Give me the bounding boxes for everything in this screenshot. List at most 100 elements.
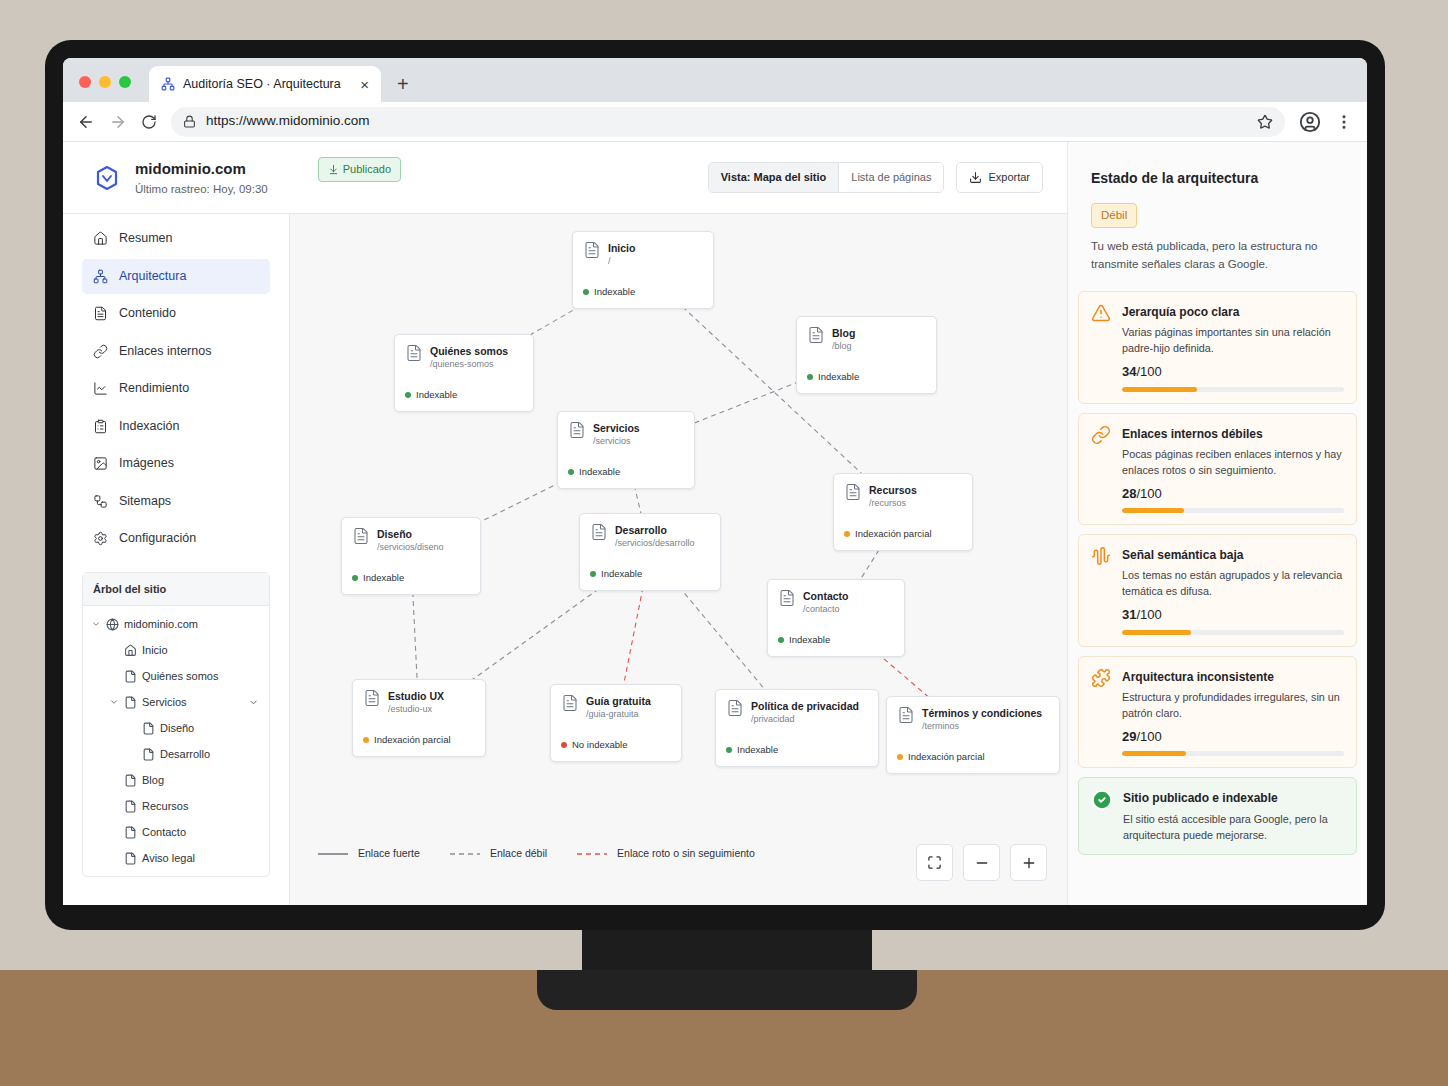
sidebar-item[interactable]: Resumen (82, 221, 270, 256)
score-fill (1122, 508, 1184, 513)
fullscreen-icon (927, 855, 942, 870)
tree-item[interactable]: Aviso legal (83, 845, 259, 871)
node-path: / (608, 255, 635, 268)
close-window-button[interactable] (79, 76, 91, 88)
sidebar-item[interactable]: Contenido (82, 296, 270, 331)
bookmark-star-icon[interactable] (1257, 114, 1273, 130)
node-path: /quienes-somos (430, 358, 508, 371)
sidebar-item[interactable]: Enlaces internos (82, 334, 270, 369)
sidebar-item[interactable]: Sitemaps (82, 484, 270, 519)
home-icon (124, 644, 137, 657)
sidebar-item[interactable]: Arquitectura (82, 259, 270, 294)
page-icon (352, 527, 370, 545)
page-node[interactable]: Quiénes somos/quienes-somosIndexable (394, 334, 534, 412)
export-button[interactable]: Exportar (956, 162, 1043, 193)
stand-base (537, 970, 917, 1010)
tree-item[interactable]: Blog (83, 767, 259, 793)
page-node[interactable]: Inicio/Indexable (572, 231, 714, 309)
zoom-in-button[interactable] (1010, 844, 1047, 881)
close-tab-button[interactable]: × (360, 77, 369, 92)
download-icon (969, 171, 982, 184)
sidebar-item[interactable]: Rendimiento (82, 371, 270, 406)
node-title: Política de privacidad (751, 699, 859, 713)
browser-tab[interactable]: Auditoría SEO · Arquitectura × (149, 66, 381, 102)
nav-icon (93, 494, 108, 509)
issue-card[interactable]: Jerarquía poco claraVarias páginas impor… (1078, 291, 1357, 404)
issue-card[interactable]: Señal semántica bajaLos temas no están a… (1078, 534, 1357, 647)
page-icon (590, 523, 608, 541)
node-status: Indexable (818, 370, 859, 384)
status-dot (363, 737, 369, 743)
nav-icon (93, 306, 108, 321)
page-node[interactable]: Guía gratuita/guia-gratuitaNo indexable (550, 684, 682, 762)
minimize-window-button[interactable] (99, 76, 111, 88)
nav-icon (93, 344, 108, 359)
menu-icon[interactable] (1335, 113, 1353, 131)
tree-item[interactable]: Quiénes somos (83, 663, 259, 689)
tree-item[interactable]: Contacto (83, 819, 259, 845)
tree-item[interactable]: Diseño (83, 715, 259, 741)
page-node[interactable]: Recursos/recursosIndexación parcial (833, 473, 973, 551)
sidebar-item[interactable]: Imágenes (82, 446, 270, 481)
expand-chevron-icon[interactable] (91, 619, 101, 629)
tree-item[interactable]: Desarrollo (83, 741, 259, 767)
node-status: Indexable (416, 388, 457, 402)
score: 34/100 (1122, 362, 1344, 382)
url-field[interactable]: https://www.midominio.com (171, 107, 1285, 137)
status-dot (352, 575, 358, 581)
page-node[interactable]: Blog/blogIndexable (796, 316, 937, 394)
score-bar (1122, 508, 1344, 513)
page-icon (142, 722, 155, 735)
sitemap-canvas[interactable]: Inicio/IndexableQuiénes somos/quienes-so… (290, 214, 1067, 905)
sidebar-item[interactable]: Indexación (82, 409, 270, 444)
tab-title: Auditoría SEO · Arquitectura (183, 75, 352, 94)
back-icon[interactable] (77, 113, 95, 131)
legend-item: Enlace fuerte (318, 846, 420, 862)
tree-item[interactable]: Inicio (83, 637, 259, 663)
status-badge: Publicado (318, 157, 401, 182)
sidebar-item[interactable]: Configuración (82, 521, 270, 556)
desk (0, 970, 1448, 1086)
page-icon (405, 344, 423, 362)
page-icon (568, 421, 586, 439)
reload-icon[interactable] (141, 114, 157, 130)
expand-chevron-icon[interactable] (109, 697, 119, 707)
node-path: /servicios/diseno (377, 541, 444, 554)
maximize-window-button[interactable] (119, 76, 131, 88)
issue-card[interactable]: Enlaces internos débilesPocas páginas re… (1078, 413, 1357, 526)
tree-item[interactable]: Recursos (83, 793, 259, 819)
node-title: Blog (832, 326, 855, 340)
page-node[interactable]: Servicios/serviciosIndexable (557, 411, 695, 489)
node-status: Indexable (601, 567, 642, 581)
score-fill (1122, 751, 1186, 756)
zoom-out-button[interactable] (963, 844, 1000, 881)
legend-item: Enlace débil (450, 846, 547, 862)
chevron-icon[interactable] (248, 697, 259, 708)
status-panel: Estado de la arquitecturaDébilTu web est… (1067, 142, 1367, 905)
fit-view-button[interactable] (916, 844, 953, 881)
page-node[interactable]: Contacto/contactoIndexable (767, 579, 905, 657)
zoom-controls (916, 844, 1047, 881)
view-option[interactable]: Lista de páginas (838, 163, 943, 192)
panel-title: Estado de la arquitectura (1091, 168, 1344, 189)
issue-card[interactable]: Arquitectura inconsistenteEstructura y p… (1078, 656, 1357, 769)
page-node[interactable]: Estudio UX/estudio-uxIndexación parcial (352, 679, 486, 757)
score-fill (1122, 387, 1197, 392)
status-dot (778, 637, 784, 643)
page-node[interactable]: Desarrollo/servicios/desarrolloIndexable (579, 513, 721, 591)
tree-item[interactable]: Servicios (83, 689, 259, 715)
page-node[interactable]: Política de privacidad/privacidadIndexab… (715, 689, 879, 767)
nav-icon (93, 531, 108, 546)
minus-icon (974, 855, 990, 871)
page-icon (124, 670, 137, 683)
profile-icon[interactable] (1299, 111, 1321, 133)
issue-icon (1091, 668, 1111, 688)
tree-item[interactable]: midominio.com (83, 611, 259, 637)
page-node[interactable]: Diseño/servicios/disenoIndexable (341, 517, 481, 595)
new-tab-button[interactable]: + (391, 66, 415, 102)
view-option[interactable]: Vista: Mapa del sitio (709, 163, 839, 192)
forward-icon[interactable] (109, 113, 127, 131)
page-node[interactable]: Términos y condiciones/terminosIndexació… (886, 696, 1060, 774)
view-toggle: Vista: Mapa del sitioLista de páginas (708, 162, 945, 193)
favicon-icon (161, 77, 175, 91)
